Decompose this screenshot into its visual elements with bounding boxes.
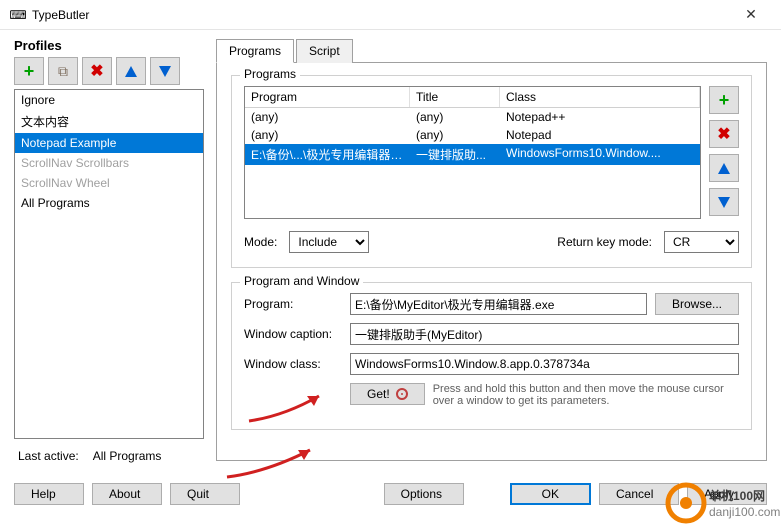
- close-icon[interactable]: ✕: [731, 6, 771, 23]
- arrow-down-icon: [718, 197, 730, 208]
- add-profile-button[interactable]: +: [14, 57, 44, 85]
- list-item[interactable]: ScrollNav Wheel: [15, 173, 203, 193]
- add-program-button[interactable]: +: [709, 86, 739, 114]
- main-pane: Programs Script Programs Program Title C…: [216, 38, 767, 473]
- profiles-heading: Profiles: [14, 38, 204, 53]
- app-icon: ⌨: [10, 7, 26, 23]
- list-item[interactable]: All Programs: [15, 193, 203, 213]
- tab-script[interactable]: Script: [296, 39, 353, 63]
- window-caption-input[interactable]: [350, 323, 739, 345]
- program-label: Program:: [244, 297, 342, 311]
- profiles-toolbar: + ⧉ ✖: [14, 57, 204, 85]
- list-item[interactable]: ScrollNav Scrollbars: [15, 153, 203, 173]
- last-active-value: All Programs: [93, 449, 162, 463]
- mode-select[interactable]: Include: [289, 231, 369, 253]
- copy-profile-button[interactable]: ⧉: [48, 57, 78, 85]
- table-row[interactable]: E:\备份\...\极光专用编辑器.exe 一键排版助... WindowsFo…: [245, 144, 700, 165]
- watermark-logo: 单机100网 danji100.com: [661, 478, 781, 528]
- table-row[interactable]: (any) (any) Notepad++: [245, 108, 700, 126]
- svg-text:danji100.com: danji100.com: [709, 505, 780, 519]
- browse-button[interactable]: Browse...: [655, 293, 739, 315]
- last-active-label: Last active:: [18, 449, 79, 463]
- quit-button[interactable]: Quit: [170, 483, 240, 505]
- x-icon: ✖: [717, 124, 730, 144]
- window-class-input[interactable]: [350, 353, 739, 375]
- mode-label: Mode:: [244, 235, 277, 249]
- target-icon: [396, 388, 408, 400]
- svg-text:单机100网: 单机100网: [709, 488, 765, 503]
- get-button[interactable]: Get!: [350, 383, 425, 405]
- window-class-label: Window class:: [244, 357, 342, 371]
- list-item[interactable]: Ignore: [15, 90, 203, 110]
- return-key-mode-label: Return key mode:: [557, 235, 652, 249]
- program-window-group: Program and Window Program: Browse... Wi…: [231, 282, 752, 430]
- copy-icon: ⧉: [58, 63, 68, 80]
- programs-group: Programs Program Title Class (any) (any): [231, 75, 752, 268]
- window-caption-label: Window caption:: [244, 327, 342, 341]
- plus-icon: +: [719, 90, 730, 111]
- arrow-up-icon: [125, 66, 137, 77]
- tabs: Programs Script: [216, 38, 767, 63]
- col-program[interactable]: Program: [245, 87, 410, 107]
- help-button[interactable]: Help: [14, 483, 84, 505]
- about-button[interactable]: About: [92, 483, 162, 505]
- return-key-mode-select[interactable]: CR: [664, 231, 739, 253]
- list-item[interactable]: Notepad Example: [15, 133, 203, 153]
- programs-side-buttons: + ✖: [709, 86, 739, 219]
- table-row[interactable]: (any) (any) Notepad: [245, 126, 700, 144]
- move-up-profile-button[interactable]: [116, 57, 146, 85]
- plus-icon: +: [24, 61, 35, 82]
- delete-program-button[interactable]: ✖: [709, 120, 739, 148]
- profiles-list[interactable]: Ignore 文本内容 Notepad Example ScrollNav Sc…: [14, 89, 204, 439]
- list-item[interactable]: 文本内容: [15, 110, 203, 133]
- program-input[interactable]: [350, 293, 647, 315]
- last-active: Last active: All Programs: [14, 439, 204, 473]
- arrow-down-icon: [159, 66, 171, 77]
- col-title[interactable]: Title: [410, 87, 500, 107]
- get-description: Press and hold this button and then move…: [433, 383, 739, 407]
- move-up-program-button[interactable]: [709, 154, 739, 182]
- table-header: Program Title Class: [245, 87, 700, 108]
- options-button[interactable]: Options: [384, 483, 464, 505]
- programs-group-title: Programs: [240, 67, 300, 81]
- ok-button[interactable]: OK: [510, 483, 591, 505]
- profiles-pane: Profiles + ⧉ ✖ Ignore 文本内容 Notepad Examp…: [14, 38, 204, 473]
- delete-profile-button[interactable]: ✖: [82, 57, 112, 85]
- move-down-profile-button[interactable]: [150, 57, 180, 85]
- window-title: TypeButler: [32, 8, 731, 22]
- move-down-program-button[interactable]: [709, 188, 739, 216]
- program-window-title: Program and Window: [240, 274, 363, 288]
- tab-programs[interactable]: Programs: [216, 39, 294, 63]
- x-icon: ✖: [90, 61, 103, 81]
- programs-table[interactable]: Program Title Class (any) (any) Notepad+…: [244, 86, 701, 219]
- titlebar: ⌨ TypeButler ✕: [0, 0, 781, 30]
- col-class[interactable]: Class: [500, 87, 700, 107]
- arrow-up-icon: [718, 163, 730, 174]
